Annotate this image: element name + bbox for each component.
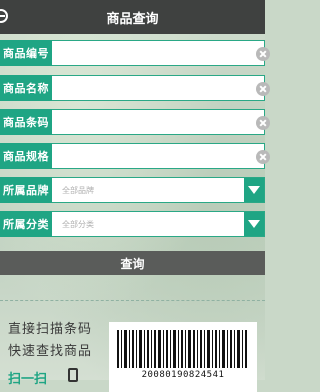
product-spec-input[interactable] [52,143,270,169]
clear-icon[interactable] [256,116,270,130]
product-spec-row: 商品规格 [0,143,270,169]
brand-row: 所属品牌 全部品牌 [0,177,265,203]
product-code-input[interactable] [52,40,270,66]
clear-icon[interactable] [256,150,270,164]
barcode-card: 20080190824541 [109,322,257,392]
query-button-label: 查询 [120,256,145,271]
product-code-label: 商品编号 [0,40,52,66]
product-name-input[interactable] [52,75,270,101]
scan-link[interactable]: 扫一扫 [8,368,47,387]
barcode-icon [117,330,247,368]
clear-icon[interactable] [256,82,270,96]
product-barcode-row: 商品条码 [0,109,270,135]
product-code-row: 商品编号 [0,40,270,66]
brand-label: 所属品牌 [0,177,52,203]
product-spec-label: 商品规格 [0,143,52,169]
triangle-down-icon[interactable] [244,212,264,236]
product-barcode-input[interactable] [52,109,270,135]
barcode-number: 20080190824541 [141,370,225,380]
category-select-value: 全部分类 [62,219,94,229]
divider [0,300,265,301]
title-bar: 商品查询 [0,0,265,34]
page-title: 商品查询 [106,11,159,27]
product-name-row: 商品名称 [0,75,270,101]
product-name-label: 商品名称 [0,75,52,101]
scan-promo-line1: 直接扫描条码 [8,322,93,337]
scan-promo-line2: 快速查找商品 [8,344,93,359]
back-icon[interactable] [0,9,8,23]
brand-select-value: 全部品牌 [62,185,94,195]
category-label: 所属分类 [0,211,52,237]
triangle-down-icon[interactable] [244,178,264,202]
product-barcode-label: 商品条码 [0,109,52,135]
category-row: 所属分类 全部分类 [0,211,265,237]
brand-select[interactable]: 全部品牌 [52,177,265,203]
query-button[interactable]: 查询 [0,251,265,275]
category-select[interactable]: 全部分类 [52,211,265,237]
clear-icon[interactable] [256,47,270,61]
